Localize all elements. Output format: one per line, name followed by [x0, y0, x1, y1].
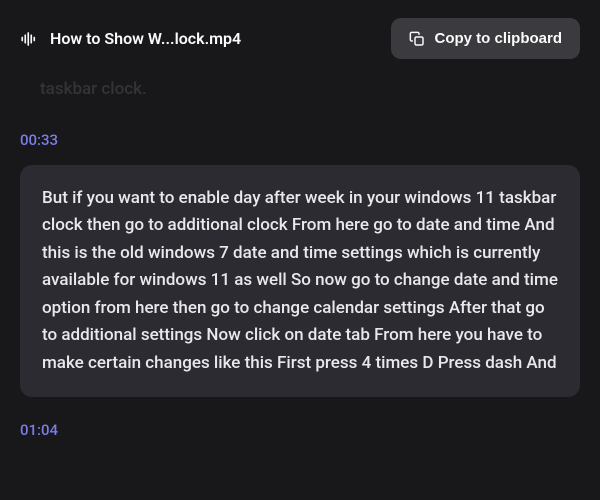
copy-icon — [409, 31, 425, 47]
timestamp-start[interactable]: 00:33 — [20, 121, 580, 165]
timestamp-end[interactable]: 01:04 — [20, 397, 580, 439]
transcript-block: But if you want to enable day after week… — [20, 165, 580, 398]
transcript-content: taskbar clock. 00:33 But if you want to … — [0, 77, 600, 439]
header-bar: How to Show W...lock.mp4 Copy to clipboa… — [0, 0, 600, 77]
copy-button-label: Copy to clipboard — [435, 30, 563, 47]
file-name: How to Show W...lock.mp4 — [50, 29, 241, 48]
audio-waveform-icon — [20, 30, 38, 48]
file-info: How to Show W...lock.mp4 — [20, 29, 241, 48]
previous-transcript-fragment: taskbar clock. — [20, 77, 580, 121]
copy-to-clipboard-button[interactable]: Copy to clipboard — [391, 18, 581, 59]
